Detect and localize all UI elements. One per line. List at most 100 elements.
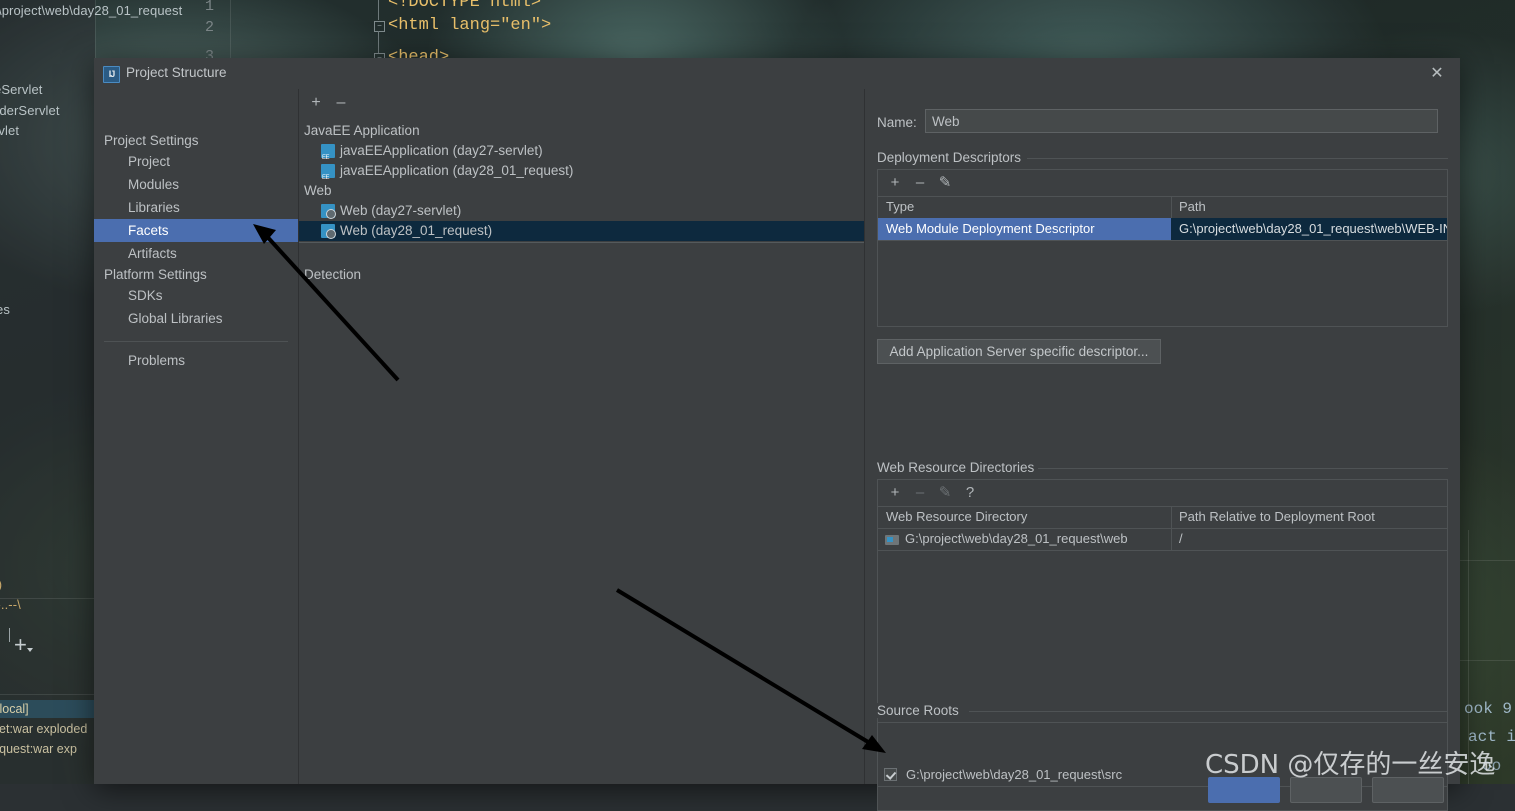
run-config-item-0: vlet:war exploded: [0, 722, 88, 736]
close-icon[interactable]: ✕: [1425, 62, 1449, 86]
wrd-cell-divider: [1171, 528, 1172, 550]
group-rule: [969, 711, 1448, 712]
wrd-column-relative-path: Path Relative to Deployment Root: [1179, 509, 1375, 524]
dd-cell-path: G:\project\web\day28_01_request\web\WEB-…: [1171, 218, 1447, 240]
web-resource-directories-table: + – ✎ ? Web Resource Directory Path Rela…: [877, 479, 1448, 729]
tree-row[interactable]: Web: [299, 181, 864, 201]
sidebar-label: Modules: [128, 177, 180, 192]
facets-tree-panel: + – JavaEE Application javaEEApplication…: [299, 89, 864, 784]
wrd-cell-relative-path: /: [1179, 531, 1183, 546]
wrd-toolbar: + – ✎ ?: [878, 480, 1447, 506]
tree-row[interactable]: JavaEE Application: [299, 121, 864, 141]
sidebar-label: Project Settings: [104, 133, 199, 148]
sidebar-item-project[interactable]: Project: [94, 150, 298, 173]
tree-row-label: Web: [304, 183, 332, 198]
sidebar-item-problems[interactable]: Problems: [94, 349, 298, 372]
table-row[interactable]: G:\project\web\day28_01_request\web /: [878, 528, 1447, 550]
deployment-descriptors-table: + – ✎ Type Path Web Module Deployment De…: [877, 169, 1448, 327]
dd-row-separator: [878, 240, 1447, 241]
wrd-title: Web Resource Directories: [877, 460, 1041, 475]
deployment-descriptors-title: Deployment Descriptors: [877, 150, 1028, 165]
project-tree-item-4: es: [0, 302, 10, 317]
right-pane-divider-h2: [1460, 660, 1515, 661]
sidebar-divider: [104, 341, 288, 342]
project-structure-dialog: IJ Project Structure ✕ ← → Project Setti…: [94, 58, 1460, 811]
dialog-titlebar: IJ Project Structure ✕: [94, 58, 1460, 89]
sidebar-label: Artifacts: [128, 246, 177, 261]
wrd-cell-directory: G:\project\web\day28_01_request\web: [905, 531, 1128, 546]
dd-column-divider[interactable]: [1171, 197, 1172, 218]
run-config-item-1: request:war exp: [0, 742, 77, 756]
tree-row[interactable]: javaEEApplication (day28_01_request): [299, 161, 864, 188]
wrd-column-directory: Web Resource Directory: [886, 509, 1028, 524]
dd-add-button[interactable]: +: [884, 172, 906, 194]
tree-row-label: Web (day28_01_request): [340, 223, 493, 238]
sidebar-item-modules[interactable]: Modules: [94, 173, 298, 196]
dd-toolbar: + – ✎: [878, 170, 1447, 196]
editor-gutter-divider: [230, 0, 231, 60]
dd-column-type: Type: [886, 199, 915, 214]
dialog-title: Project Structure: [126, 65, 227, 80]
run-config-selected-label: [local]: [0, 702, 29, 716]
add-facet-button[interactable]: +: [305, 92, 327, 114]
code-line-1: <!DOCTYPE html>: [388, 0, 542, 12]
project-tree-item-0: eServlet: [0, 82, 43, 97]
remove-facet-button[interactable]: –: [330, 92, 352, 114]
wrd-add-button[interactable]: +: [884, 482, 906, 504]
line-number-2: 2: [205, 19, 215, 36]
stray-text-0: t): [0, 577, 2, 592]
sidebar-item-artifacts[interactable]: Artifacts: [94, 242, 298, 265]
sidebar-label: Project: [128, 154, 171, 169]
code-fold-icon-2[interactable]: −: [374, 21, 385, 32]
right-pane-divider-h1: [1460, 560, 1515, 561]
add-icon-background[interactable]: +: [14, 634, 27, 656]
sidebar-item-facets[interactable]: Facets: [94, 219, 298, 242]
source-root-checkbox[interactable]: [884, 768, 897, 781]
pencil-icon[interactable]: ✎: [934, 172, 956, 194]
intellij-icon: IJ: [103, 66, 120, 83]
line-number-1: 1: [205, 0, 215, 15]
tree-row[interactable]: Web (day28_01_request): [299, 221, 864, 241]
breadcrumb: \project\web\day28_01_request: [0, 3, 183, 18]
dd-remove-button[interactable]: –: [909, 172, 931, 194]
chevron-down-icon-background[interactable]: [27, 648, 33, 652]
code-line-2: <html lang="en">: [388, 16, 552, 35]
sidebar-item-sdks[interactable]: SDKs: [94, 284, 298, 307]
tree-separator: [299, 242, 864, 243]
wrd-remove-button[interactable]: –: [909, 482, 931, 504]
facets-toolbar: + –: [299, 89, 864, 118]
sidebar-group-project-settings: Project Settings: [94, 129, 298, 152]
sidebar-item-libraries[interactable]: Libraries: [94, 196, 298, 219]
sidebar-label: Global Libraries: [128, 311, 223, 326]
wrd-row-separator: [878, 550, 1447, 551]
fold-guide-line-2: [378, 31, 379, 53]
help-icon[interactable]: ?: [959, 482, 981, 504]
project-tree-item-2: rvlet: [0, 123, 20, 138]
table-row[interactable]: Web Module Deployment Descriptor G:\proj…: [878, 218, 1447, 240]
tree-row[interactable]: Web (day27-servlet): [299, 201, 864, 221]
project-tree-item-1: aderServlet: [0, 103, 60, 118]
right-code-0: ook 9: [1464, 700, 1513, 718]
sidebar-item-global-libraries[interactable]: Global Libraries: [94, 307, 298, 330]
dd-column-path: Path: [1179, 199, 1206, 214]
web-facet-icon: [321, 224, 336, 239]
name-input[interactable]: [925, 109, 1438, 133]
tree-row-label: javaEEApplication (day28_01_request): [340, 163, 574, 178]
source-roots-title: Source Roots: [877, 703, 965, 718]
caret-background: [9, 628, 10, 642]
add-app-server-descriptor-button[interactable]: Add Application Server specific descript…: [877, 339, 1161, 364]
sidebar-label: Problems: [128, 353, 186, 368]
tree-row[interactable]: javaEEApplication (day27-servlet): [299, 141, 864, 168]
wrd-table-header: Web Resource Directory Path Relative to …: [878, 506, 1447, 529]
pencil-icon[interactable]: ✎: [934, 482, 956, 504]
javaee-facet-icon: [321, 164, 335, 188]
stray-text-1: --..--\: [0, 597, 21, 612]
group-rule: [1038, 468, 1448, 469]
pane-divider-run: [0, 694, 95, 695]
dd-table-header: Type Path: [878, 196, 1447, 219]
web-facet-icon: [321, 204, 336, 219]
wrd-column-divider[interactable]: [1171, 507, 1172, 528]
group-rule: [1027, 158, 1448, 159]
dd-cell-type: Web Module Deployment Descriptor: [878, 218, 1171, 240]
fold-guide-line: [378, 0, 379, 20]
